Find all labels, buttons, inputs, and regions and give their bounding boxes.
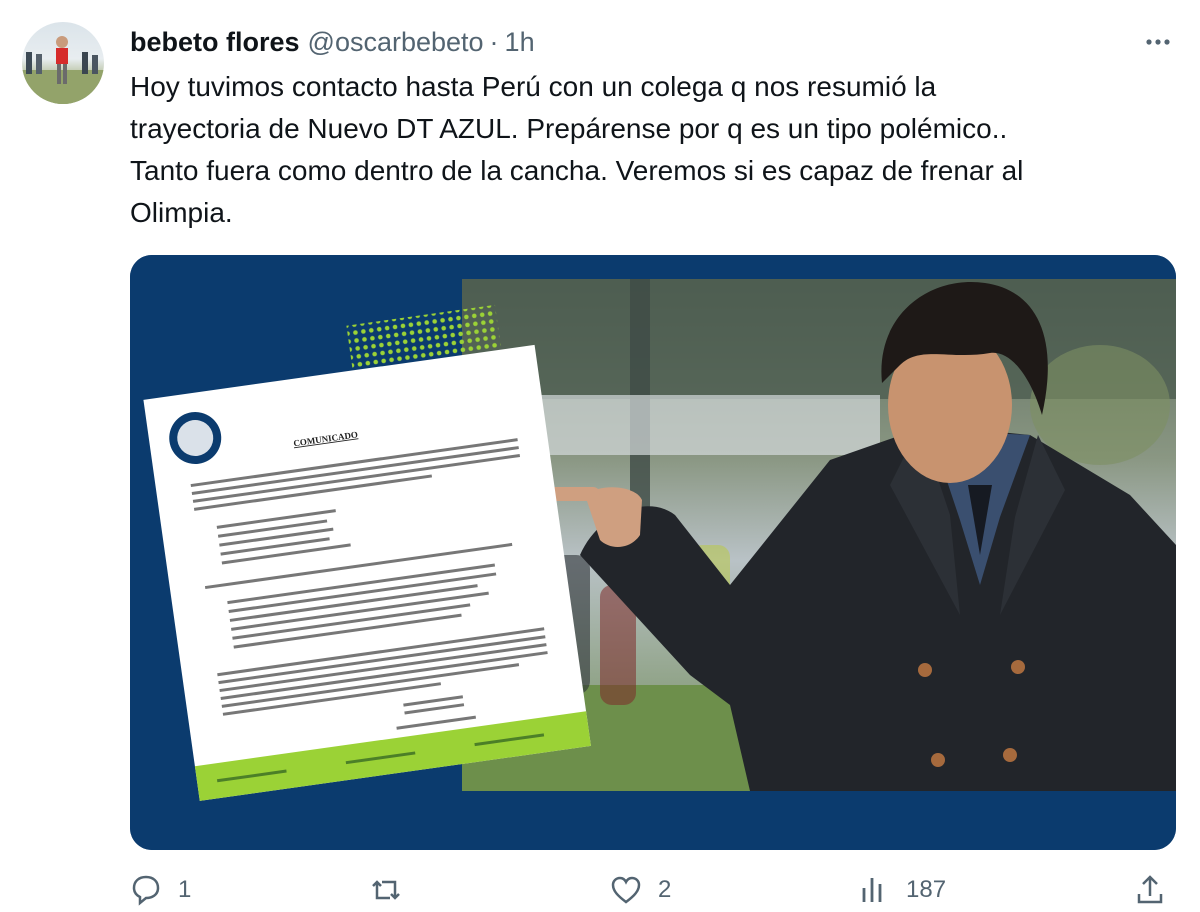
views-icon [862,878,882,902]
retweet-icon [372,880,400,900]
views-button[interactable]: 187 [856,872,946,908]
like-button[interactable]: 2 [608,872,671,908]
tweet-media[interactable]: COMUNICADO [130,255,1176,850]
like-icon [611,876,641,904]
header-separator: · [489,26,499,57]
views-count: 187 [906,876,947,903]
more-horizontal-icon [1146,39,1170,45]
tweet-text: Hoy tuvimos contacto hasta Perú con un c… [130,71,1024,228]
retweet-button[interactable] [368,872,418,908]
like-count: 2 [658,876,672,903]
share-icon [1137,875,1163,904]
reply-icon [132,875,160,906]
media-image: COMUNICADO [130,255,1176,850]
author-handle[interactable]: @oscarbebeto [308,27,484,58]
reply-button[interactable]: 1 [128,872,191,908]
tweet-timestamp[interactable]: 1h [505,27,535,58]
avatar-photo [22,36,104,104]
author-name[interactable]: bebeto flores [130,27,300,58]
author-avatar[interactable] [22,22,104,104]
reply-count: 1 [178,876,192,903]
more-options-button[interactable] [1138,22,1178,62]
tweet-header: bebeto flores @oscarbebeto · 1h [130,22,535,62]
share-button[interactable] [1132,872,1168,908]
tweet-actions: 1 2 187 [128,872,1178,912]
